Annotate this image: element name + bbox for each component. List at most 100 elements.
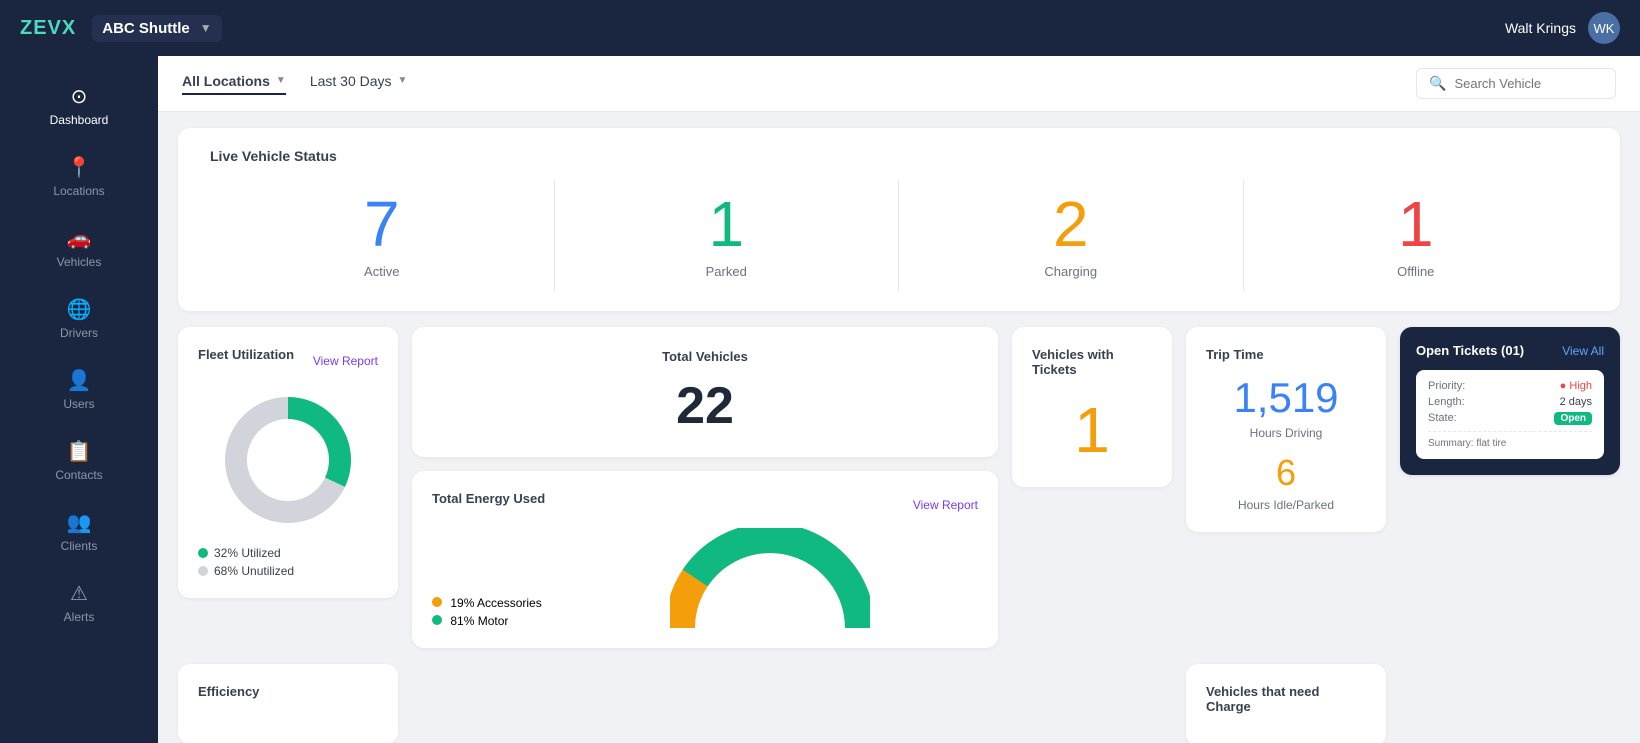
sidebar-item-dashboard[interactable]: ⊙ Dashboard (8, 72, 150, 139)
fleet-utilization-card: Fleet Utilization View Report (178, 327, 398, 598)
parked-label: Parked (706, 264, 747, 279)
open-tickets-header: Open Tickets (01) View All (1416, 343, 1604, 358)
users-icon: 👤 (67, 368, 92, 393)
priority-label: Priority: (1428, 380, 1465, 392)
utilized-dot (198, 548, 208, 558)
status-active: 7 Active (210, 180, 555, 291)
dashboard-icon: ⊙ (71, 84, 88, 109)
hours-idle-label: Hours Idle/Parked (1206, 498, 1366, 512)
ticket-length-row: Length: 2 days (1428, 396, 1592, 408)
active-count: 7 (364, 192, 400, 256)
cards-row: Fleet Utilization View Report (178, 327, 1620, 648)
date-filter[interactable]: Last 30 Days ▼ (310, 73, 408, 95)
trip-time-title: Trip Time (1206, 347, 1366, 362)
sidebar-item-alerts[interactable]: ⚠ Alerts (8, 569, 150, 636)
contacts-icon: 📋 (67, 439, 92, 464)
length-value: 2 days (1560, 396, 1592, 408)
efficiency-title: Efficiency (198, 684, 378, 699)
live-status-title: Live Vehicle Status (210, 148, 1588, 164)
topnav-left: ZEVX ABC Shuttle ▼ (20, 15, 222, 42)
unutilized-label: 68% Unutilized (214, 564, 294, 578)
location-filter-label: All Locations (182, 73, 270, 89)
sidebar-label-alerts: Alerts (64, 610, 95, 624)
total-energy-card: Total Energy Used View Report 19% Access… (412, 471, 998, 648)
offline-count: 1 (1398, 192, 1434, 256)
status-parked: 1 Parked (555, 180, 900, 291)
alerts-icon: ⚠ (70, 581, 88, 606)
sidebar-item-drivers[interactable]: 🌐 Drivers (8, 285, 150, 352)
fleet-title: Fleet Utilization (198, 347, 294, 362)
fleet-legend: 32% Utilized 68% Unutilized (198, 546, 378, 578)
drivers-icon: 🌐 (67, 297, 92, 322)
open-tickets-title: Open Tickets (01) (1416, 343, 1524, 358)
priority-value: ● High (1560, 380, 1592, 392)
sidebar-item-locations[interactable]: 📍 Locations (8, 143, 150, 210)
sidebar-item-clients[interactable]: 👥 Clients (8, 498, 150, 565)
state-badge: Open (1554, 412, 1592, 425)
fleet-view-report[interactable]: View Report (313, 354, 378, 368)
org-dropdown-icon: ▼ (200, 21, 212, 35)
sidebar: ⊙ Dashboard 📍 Locations 🚗 Vehicles 🌐 Dri… (0, 56, 158, 743)
open-tickets-card: Open Tickets (01) View All Priority: ● H… (1400, 327, 1620, 475)
status-charging: 2 Charging (899, 180, 1244, 291)
sidebar-label-clients: Clients (61, 539, 98, 553)
motor-label: 81% Motor (450, 614, 508, 628)
hours-idle-value: 6 (1206, 452, 1366, 494)
ticket-divider (1428, 431, 1592, 432)
locations-icon: 📍 (67, 155, 92, 180)
state-label: State: (1428, 412, 1457, 425)
motor-dot (432, 615, 442, 625)
energy-legend: 19% Accessories 81% Motor (432, 596, 542, 628)
accessories-label: 19% Accessories (450, 596, 541, 610)
legend-utilized: 32% Utilized (198, 546, 378, 560)
dashboard: Live Vehicle Status 7 Active 1 Parked 2 … (158, 112, 1640, 743)
bottom-row: Efficiency Vehicles that need Charge (178, 664, 1620, 743)
ticket-card[interactable]: Priority: ● High Length: 2 days State: O… (1416, 370, 1604, 459)
logo-x: X (62, 17, 76, 39)
tickets-title: Vehicles with Tickets (1032, 347, 1152, 377)
sidebar-label-dashboard: Dashboard (50, 113, 109, 127)
vehicles-need-charge-card: Vehicles that need Charge (1186, 664, 1386, 743)
logo-zev: ZEV (20, 17, 62, 39)
ticket-state-row: State: Open (1428, 412, 1592, 425)
live-status-card: Live Vehicle Status 7 Active 1 Parked 2 … (178, 128, 1620, 311)
sidebar-item-users[interactable]: 👤 Users (8, 356, 150, 423)
donut-wrapper (198, 390, 378, 530)
filterbar-left: All Locations ▼ Last 30 Days ▼ (182, 73, 407, 95)
energy-header: Total Energy Used View Report (432, 491, 978, 518)
search-input[interactable] (1454, 76, 1604, 91)
main-layout: ⊙ Dashboard 📍 Locations 🚗 Vehicles 🌐 Dri… (0, 56, 1640, 743)
sidebar-item-contacts[interactable]: 📋 Contacts (8, 427, 150, 494)
accessories-legend: 19% Accessories (432, 596, 542, 610)
view-all-link[interactable]: View All (1562, 344, 1604, 358)
total-vehicles-title: Total Vehicles (662, 349, 748, 364)
location-filter[interactable]: All Locations ▼ (182, 73, 286, 95)
sidebar-label-vehicles: Vehicles (57, 255, 102, 269)
need-charge-title: Vehicles that need Charge (1206, 684, 1366, 714)
search-box[interactable]: 🔍 (1416, 68, 1616, 99)
sidebar-item-vehicles[interactable]: 🚗 Vehicles (8, 214, 150, 281)
org-name: ABC Shuttle (102, 20, 190, 37)
legend-unutilized: 68% Unutilized (198, 564, 378, 578)
fleet-donut (218, 390, 358, 530)
energy-view-report[interactable]: View Report (913, 498, 978, 512)
sidebar-label-locations: Locations (53, 184, 104, 198)
user-avatar[interactable]: WK (1588, 12, 1620, 44)
vehicles-with-tickets-card: Vehicles with Tickets 1 (1012, 327, 1172, 487)
efficiency-card: Efficiency (178, 664, 398, 743)
status-grid: 7 Active 1 Parked 2 Charging 1 Offline (210, 180, 1588, 291)
search-icon: 🔍 (1429, 75, 1446, 92)
clients-icon: 👥 (67, 510, 92, 535)
app-logo: ZEVX (20, 17, 76, 40)
hours-driving-value: 1,519 (1206, 374, 1366, 422)
sidebar-label-contacts: Contacts (55, 468, 102, 482)
hours-driving-label: Hours Driving (1206, 426, 1366, 440)
center-column: Total Vehicles 22 Total Energy Used View… (412, 327, 998, 648)
energy-chart (562, 528, 978, 628)
fleet-header: Fleet Utilization View Report (198, 347, 378, 374)
date-filter-label: Last 30 Days (310, 73, 392, 89)
date-filter-chevron: ▼ (398, 75, 408, 86)
unutilized-dot (198, 566, 208, 576)
org-selector[interactable]: ABC Shuttle ▼ (92, 15, 221, 42)
utilized-label: 32% Utilized (214, 546, 281, 560)
